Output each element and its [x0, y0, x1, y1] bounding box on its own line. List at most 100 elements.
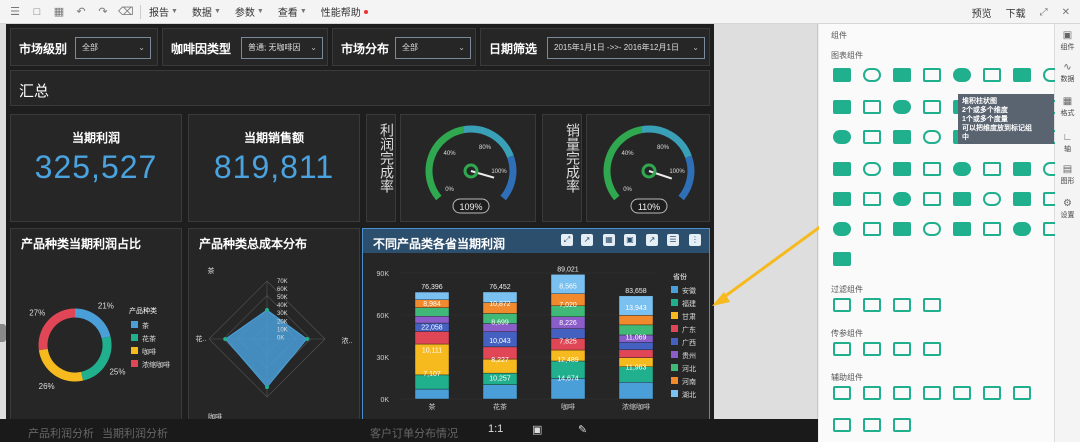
line-icon[interactable] — [833, 100, 851, 114]
tab-current-profit[interactable]: 当期利润分析 — [102, 425, 168, 441]
edit-icon[interactable]: ✎ — [578, 423, 587, 436]
aux-widget-row2-2-icon[interactable] — [863, 418, 881, 432]
gauge-icon[interactable] — [833, 162, 851, 176]
zoom-ratio-button[interactable]: 1:1 — [488, 423, 503, 435]
menu-icon[interactable]: ☰ — [8, 5, 22, 19]
pin-icon[interactable] — [833, 252, 851, 266]
gantt-icon[interactable] — [833, 222, 851, 236]
aux-widget-2-icon[interactable] — [863, 386, 881, 400]
gauge-profit-card[interactable]: 0% 40% 80% 100% 109% — [400, 114, 536, 222]
donut-chart-card[interactable]: 产品种类当期利润占比 21% 25% 26% 27% 产品种类茶花茶 咖啡 浓缩咖啡 — [10, 228, 182, 424]
aux-widget-7-icon[interactable] — [1013, 386, 1031, 400]
waterfall-icon[interactable] — [833, 192, 851, 206]
stacked-bar-icon[interactable] — [953, 68, 971, 82]
list-icon[interactable]: ☰ — [667, 234, 679, 246]
tab-data[interactable]: ∿ 数据 — [1055, 62, 1080, 84]
market-distribution-select[interactable]: 全部 ⌄ — [395, 37, 471, 59]
radar-chart-card[interactable]: 产品种类总成本分布 70K 60K 50K 40K 30K 20K 10K 0K 茶浓.. 咖啡花… — [188, 228, 360, 424]
tab-axis[interactable]: ∟ 轴 — [1055, 132, 1080, 154]
more-icon[interactable]: ⋮ — [689, 234, 701, 246]
save-icon[interactable]: □ — [30, 5, 44, 19]
aux-widget-row2-1-icon[interactable] — [833, 418, 851, 432]
pie-icon[interactable] — [833, 130, 851, 144]
clear-icon[interactable]: ⌫ — [118, 5, 134, 19]
aux-widget-4-icon[interactable] — [923, 386, 941, 400]
radar-icon[interactable] — [893, 162, 911, 176]
fullscreen-icon[interactable]: ⤢ — [1040, 7, 1048, 18]
fit-screen-icon[interactable]: ▣ — [532, 423, 542, 436]
menu-params[interactable]: 参数 ▼ — [235, 4, 264, 19]
expand-icon[interactable]: ⤢ — [561, 234, 573, 246]
redo-icon[interactable]: ↷ — [96, 5, 110, 19]
kpi-profit-card[interactable]: 当期利润 325,527 — [10, 114, 182, 222]
kpi-sales-card[interactable]: 当期销售额 819,811 — [188, 114, 360, 222]
sankey-icon[interactable] — [1013, 192, 1031, 206]
link-icon[interactable]: ↗ — [646, 234, 658, 246]
filter-widget-2-icon[interactable] — [863, 298, 881, 312]
date-range-select[interactable]: 2015年1月1日 ->>- 2016年12月1日 ⌄ — [547, 37, 705, 59]
tab-components[interactable]: ▣ 组件 — [1055, 30, 1080, 52]
save-as-icon[interactable]: ▦ — [52, 5, 66, 19]
donut-icon[interactable] — [863, 130, 881, 144]
funnel-icon[interactable] — [863, 162, 881, 176]
tab-format[interactable]: ▦ 格式 — [1055, 96, 1080, 118]
tab-settings[interactable]: ⚙ 设置 — [1055, 198, 1080, 220]
menu-perf-help[interactable]: 性能帮助 — [321, 4, 368, 19]
filter-widget-1-icon[interactable] — [833, 298, 851, 312]
progress-icon[interactable] — [893, 222, 911, 236]
filter-widget-4-icon[interactable] — [923, 298, 941, 312]
menu-report[interactable]: 报告 ▼ — [149, 4, 178, 19]
aux-widget-row2-3-icon[interactable] — [893, 418, 911, 432]
boxplot-icon[interactable] — [893, 192, 911, 206]
multiline-icon[interactable] — [863, 100, 881, 114]
menu-data[interactable]: 数据 ▼ — [192, 4, 221, 19]
export-icon[interactable]: ↗ — [581, 234, 593, 246]
undo-icon[interactable]: ↶ — [74, 5, 88, 19]
network-icon[interactable] — [983, 192, 1001, 206]
crosstab-icon[interactable] — [863, 68, 881, 82]
liquid-icon[interactable] — [923, 222, 941, 236]
menu-view[interactable]: 查看 ▼ — [278, 4, 307, 19]
tab-product-profit[interactable]: 产品利润分析 — [28, 425, 94, 441]
aux-widget-3-icon[interactable] — [893, 386, 911, 400]
bullet-icon[interactable] — [923, 192, 941, 206]
caffeine-type-select[interactable]: 普通; 无咖啡因 ⌄ — [241, 37, 323, 59]
route-icon[interactable] — [1013, 222, 1031, 236]
stacked-area-icon[interactable] — [923, 100, 941, 114]
param-widget-4-icon[interactable] — [923, 342, 941, 356]
aux-widget-1-icon[interactable] — [833, 386, 851, 400]
stacked-bar-card[interactable]: 不同产品类各省当期利润 ⤢ ↗ ▦ ▣ ↗ ☰ ⋮ 90K 60K 30K 0K 76,… — [362, 228, 710, 424]
histogram-icon[interactable] — [863, 192, 881, 206]
close-icon[interactable]: ✕ — [1062, 7, 1070, 18]
grouped-bar-icon[interactable] — [983, 68, 1001, 82]
market-level-select[interactable]: 全部 ⌄ — [75, 37, 151, 59]
geo-icon[interactable] — [953, 222, 971, 236]
param-widget-3-icon[interactable] — [893, 342, 911, 356]
param-widget-1-icon[interactable] — [833, 342, 851, 356]
bar-icon[interactable] — [923, 68, 941, 82]
area-icon[interactable] — [893, 100, 911, 114]
tab-order-distribution[interactable]: 客户订单分布情况 — [370, 425, 458, 441]
download-button[interactable]: 下载 — [1006, 5, 1026, 20]
preview-button[interactable]: 预览 — [972, 5, 992, 20]
calendar-icon[interactable] — [953, 192, 971, 206]
flow-icon[interactable] — [953, 162, 971, 176]
filter-widget-3-icon[interactable] — [893, 298, 911, 312]
percent-bar-icon[interactable] — [1013, 68, 1031, 82]
table-icon[interactable]: ▦ — [603, 234, 615, 246]
tab-graphic[interactable]: ▤ 图形 — [1055, 164, 1080, 186]
kpi-icon[interactable] — [983, 162, 1001, 176]
wordcloud-icon[interactable] — [923, 162, 941, 176]
aux-widget-6-icon[interactable] — [983, 386, 1001, 400]
polar-icon[interactable] — [1013, 162, 1031, 176]
bubble-icon[interactable] — [923, 130, 941, 144]
param-widget-2-icon[interactable] — [863, 342, 881, 356]
aux-widget-5-icon[interactable] — [953, 386, 971, 400]
image-icon[interactable]: ▣ — [624, 234, 636, 246]
bar-range-icon[interactable] — [863, 222, 881, 236]
table-icon[interactable] — [833, 68, 851, 82]
globe-icon[interactable] — [983, 222, 1001, 236]
pivot-icon[interactable] — [893, 68, 911, 82]
scatter-icon[interactable] — [893, 130, 911, 144]
gauge-volume-card[interactable]: 0% 40% 80% 100% 110% — [586, 114, 710, 222]
